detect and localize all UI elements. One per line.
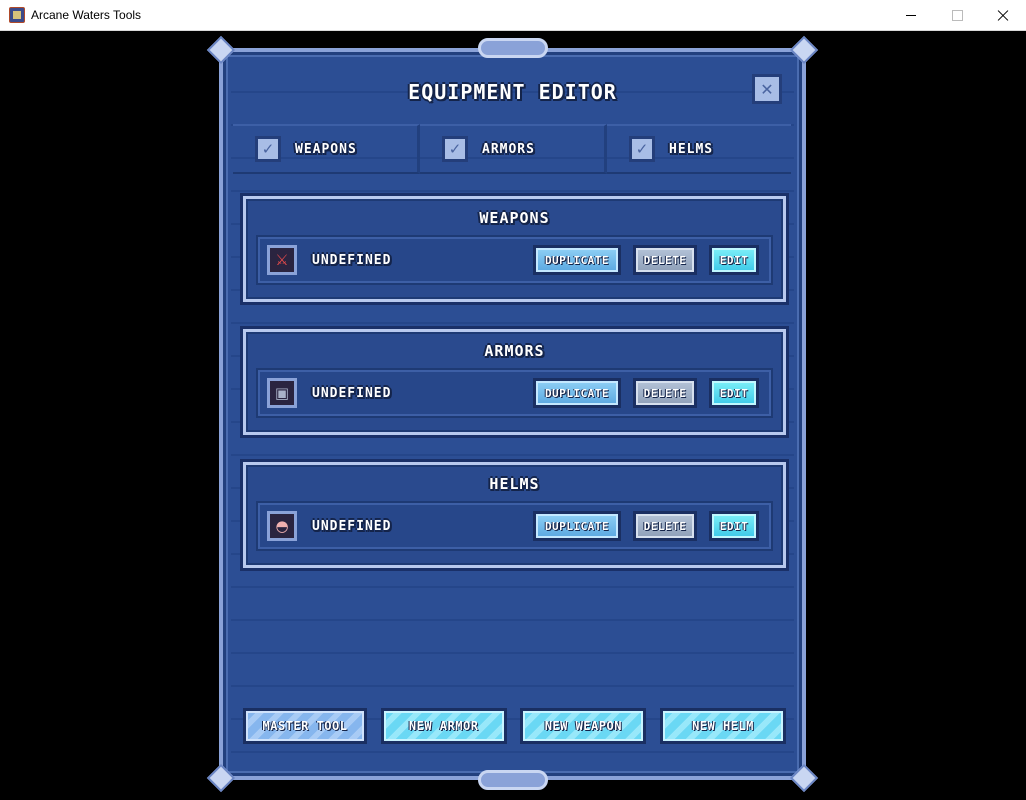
filter-weapons[interactable]: ✓ WEAPONS bbox=[233, 124, 420, 174]
section-title: HELMS bbox=[489, 475, 540, 493]
close-window-button[interactable] bbox=[980, 0, 1026, 31]
duplicate-button[interactable]: DUPLICATE bbox=[533, 245, 621, 275]
delete-button[interactable]: DELETE bbox=[633, 245, 697, 275]
weapons-section: WEAPONS ⚔ UNDEFINED DUPLICATE DELETE EDI… bbox=[243, 196, 786, 302]
section-title: ARMORS bbox=[484, 342, 545, 360]
item-name: UNDEFINED bbox=[312, 252, 392, 268]
edit-button[interactable]: EDIT bbox=[709, 245, 759, 275]
window-title: Arcane Waters Tools bbox=[31, 8, 142, 22]
helm-icon: ◓ bbox=[267, 511, 297, 541]
bottom-ornament bbox=[477, 770, 548, 790]
delete-button[interactable]: DELETE bbox=[633, 378, 697, 408]
corner-ornament bbox=[206, 35, 236, 65]
filter-label: WEAPONS bbox=[295, 141, 357, 157]
corner-ornament bbox=[206, 763, 236, 793]
sword-icon: ⚔ bbox=[267, 245, 297, 275]
armors-checkbox[interactable]: ✓ bbox=[442, 136, 468, 162]
armor-icon: ▣ bbox=[267, 378, 297, 408]
top-ornament bbox=[477, 38, 548, 58]
duplicate-button[interactable]: DUPLICATE bbox=[533, 511, 621, 541]
minimize-button[interactable] bbox=[888, 0, 934, 31]
section-title: WEAPONS bbox=[479, 209, 550, 227]
weapons-checkbox[interactable]: ✓ bbox=[255, 136, 281, 162]
list-item: ◓ UNDEFINED DUPLICATE DELETE EDIT bbox=[256, 501, 773, 551]
helms-section: HELMS ◓ UNDEFINED DUPLICATE DELETE EDIT bbox=[243, 462, 786, 568]
new-helm-button[interactable]: NEW HELM bbox=[659, 708, 786, 744]
app-icon bbox=[9, 7, 25, 23]
edit-button[interactable]: EDIT bbox=[709, 378, 759, 408]
edit-button[interactable]: EDIT bbox=[709, 511, 759, 541]
corner-ornament bbox=[789, 763, 819, 793]
window-title-bar[interactable]: Arcane Waters Tools bbox=[0, 0, 1026, 31]
filter-label: ARMORS bbox=[482, 141, 535, 157]
list-item: ▣ UNDEFINED DUPLICATE DELETE EDIT bbox=[256, 368, 773, 418]
check-icon: ✓ bbox=[635, 140, 649, 158]
new-weapon-button[interactable]: NEW WEAPON bbox=[520, 708, 647, 744]
check-icon: ✓ bbox=[261, 140, 275, 158]
list-item: ⚔ UNDEFINED DUPLICATE DELETE EDIT bbox=[256, 235, 773, 285]
armors-section: ARMORS ▣ UNDEFINED DUPLICATE DELETE EDIT bbox=[243, 329, 786, 435]
equipment-editor-panel: EQUIPMENT EDITOR ✕ ✓ WEAPONS ✓ ARMORS ✓ … bbox=[206, 35, 819, 793]
delete-button[interactable]: DELETE bbox=[633, 511, 697, 541]
helms-checkbox[interactable]: ✓ bbox=[629, 136, 655, 162]
item-name: UNDEFINED bbox=[312, 518, 392, 534]
item-name: UNDEFINED bbox=[312, 385, 392, 401]
master-tool-button[interactable]: MASTER TOOL bbox=[243, 708, 367, 744]
filter-row: ✓ WEAPONS ✓ ARMORS ✓ HELMS bbox=[233, 124, 791, 174]
filter-label: HELMS bbox=[669, 141, 714, 157]
maximize-button[interactable] bbox=[934, 0, 980, 31]
close-button[interactable]: ✕ bbox=[752, 74, 782, 104]
filter-armors[interactable]: ✓ ARMORS bbox=[420, 124, 607, 174]
editor-title: EQUIPMENT EDITOR bbox=[408, 80, 617, 104]
close-icon: ✕ bbox=[760, 79, 774, 99]
bottom-button-bar: MASTER TOOL NEW ARMOR NEW WEAPON NEW HEL… bbox=[243, 708, 786, 746]
check-icon: ✓ bbox=[448, 140, 462, 158]
filter-helms[interactable]: ✓ HELMS bbox=[607, 124, 791, 174]
duplicate-button[interactable]: DUPLICATE bbox=[533, 378, 621, 408]
new-armor-button[interactable]: NEW ARMOR bbox=[380, 708, 507, 744]
corner-ornament bbox=[789, 35, 819, 65]
